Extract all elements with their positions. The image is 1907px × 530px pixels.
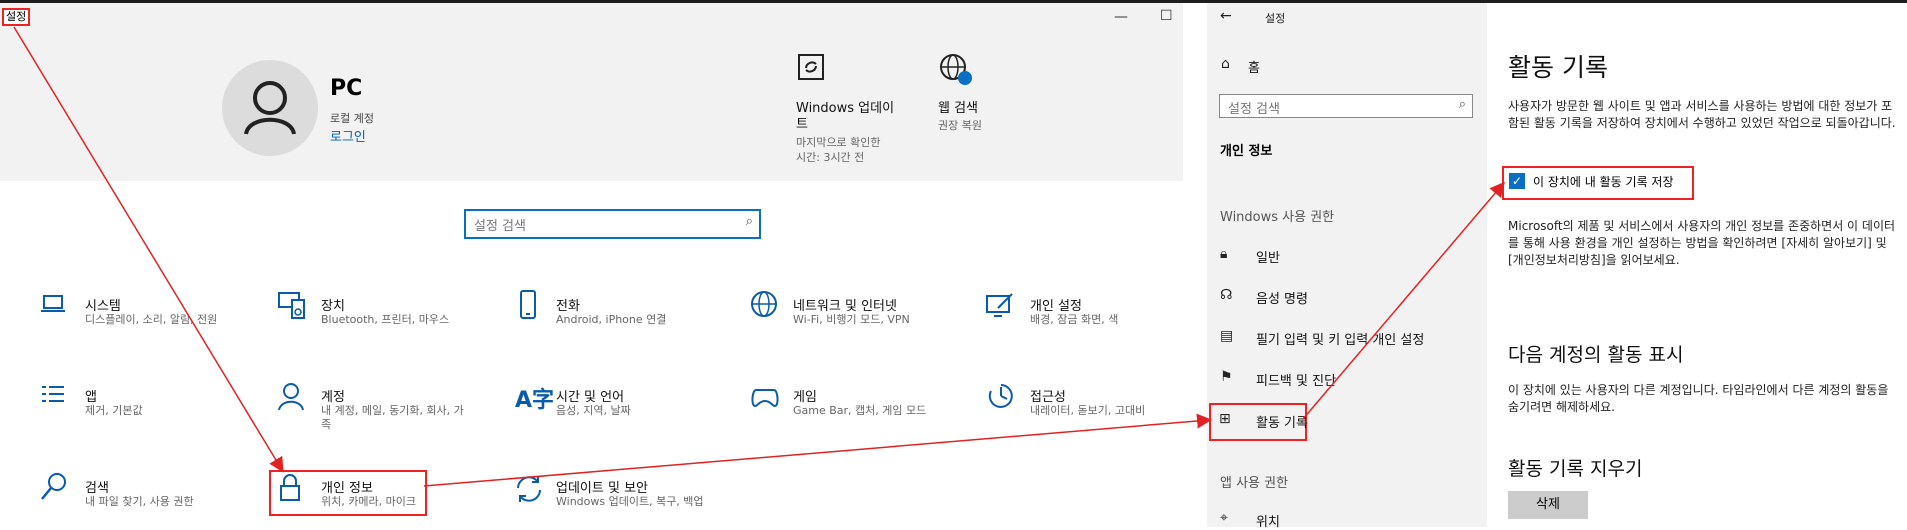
annotation-arrows bbox=[13, 26, 1505, 487]
arrow-privacy-to-activity bbox=[423, 413, 1212, 487]
arrow-activity-to-checkbox bbox=[1302, 181, 1505, 420]
arrow-settings-to-privacy bbox=[13, 26, 284, 473]
